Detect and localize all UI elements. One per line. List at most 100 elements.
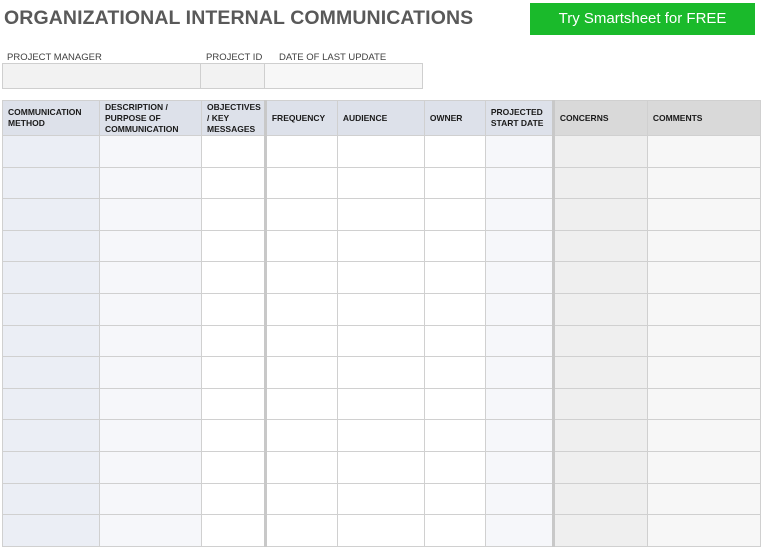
description-cell[interactable] <box>99 356 202 389</box>
description-cell[interactable] <box>99 324 202 358</box>
project-manager-field[interactable] <box>2 63 201 89</box>
projected-start-date-cell[interactable] <box>484 261 554 294</box>
objectives-cell[interactable] <box>201 166 266 200</box>
owner-cell[interactable] <box>423 261 486 294</box>
objectives-cell[interactable] <box>201 356 266 389</box>
comments-cell[interactable] <box>646 261 761 294</box>
communication-method-cell[interactable] <box>2 324 100 358</box>
objectives-cell[interactable] <box>201 482 266 516</box>
projected-start-date-cell[interactable] <box>484 387 554 421</box>
comments-cell[interactable] <box>646 324 761 358</box>
projected-start-date-cell[interactable] <box>484 324 554 358</box>
objectives-cell[interactable] <box>201 292 266 326</box>
concerns-cell[interactable] <box>551 356 648 389</box>
communication-method-cell[interactable] <box>2 419 100 452</box>
concerns-cell[interactable] <box>551 261 648 294</box>
owner-cell[interactable] <box>423 356 486 389</box>
communication-method-cell[interactable] <box>2 135 100 168</box>
frequency-cell[interactable] <box>263 419 338 452</box>
projected-start-date-cell[interactable] <box>484 166 554 200</box>
description-cell[interactable] <box>99 198 202 231</box>
audience-cell[interactable] <box>336 166 425 200</box>
projected-start-date-cell[interactable] <box>484 198 554 231</box>
description-cell[interactable] <box>99 419 202 452</box>
communication-method-cell[interactable] <box>2 514 100 547</box>
communication-method-cell[interactable] <box>2 387 100 421</box>
owner-cell[interactable] <box>423 198 486 231</box>
owner-cell[interactable] <box>423 450 486 484</box>
description-cell[interactable] <box>99 135 202 168</box>
frequency-cell[interactable] <box>263 450 338 484</box>
owner-cell[interactable] <box>423 135 486 168</box>
objectives-cell[interactable] <box>201 261 266 294</box>
objectives-cell[interactable] <box>201 135 266 168</box>
comments-cell[interactable] <box>646 450 761 484</box>
objectives-cell[interactable] <box>201 324 266 358</box>
comments-cell[interactable] <box>646 229 761 263</box>
frequency-cell[interactable] <box>263 198 338 231</box>
comments-cell[interactable] <box>646 198 761 231</box>
frequency-cell[interactable] <box>263 292 338 326</box>
owner-cell[interactable] <box>423 387 486 421</box>
description-cell[interactable] <box>99 482 202 516</box>
objectives-cell[interactable] <box>201 229 266 263</box>
frequency-cell[interactable] <box>263 229 338 263</box>
concerns-cell[interactable] <box>551 135 648 168</box>
objectives-cell[interactable] <box>201 419 266 452</box>
comments-cell[interactable] <box>646 356 761 389</box>
communication-method-cell[interactable] <box>2 482 100 516</box>
owner-cell[interactable] <box>423 324 486 358</box>
comments-cell[interactable] <box>646 135 761 168</box>
projected-start-date-cell[interactable] <box>484 135 554 168</box>
concerns-cell[interactable] <box>551 292 648 326</box>
description-cell[interactable] <box>99 166 202 200</box>
audience-cell[interactable] <box>336 198 425 231</box>
owner-cell[interactable] <box>423 166 486 200</box>
concerns-cell[interactable] <box>551 229 648 263</box>
description-cell[interactable] <box>99 387 202 421</box>
communication-method-cell[interactable] <box>2 229 100 263</box>
communication-method-cell[interactable] <box>2 198 100 231</box>
concerns-cell[interactable] <box>551 514 648 547</box>
owner-cell[interactable] <box>423 229 486 263</box>
audience-cell[interactable] <box>336 324 425 358</box>
comments-cell[interactable] <box>646 482 761 516</box>
concerns-cell[interactable] <box>551 387 648 421</box>
comments-cell[interactable] <box>646 387 761 421</box>
frequency-cell[interactable] <box>263 387 338 421</box>
description-cell[interactable] <box>99 514 202 547</box>
projected-start-date-cell[interactable] <box>484 419 554 452</box>
concerns-cell[interactable] <box>551 324 648 358</box>
owner-cell[interactable] <box>423 419 486 452</box>
comments-cell[interactable] <box>646 419 761 452</box>
communication-method-cell[interactable] <box>2 450 100 484</box>
communication-method-cell[interactable] <box>2 356 100 389</box>
concerns-cell[interactable] <box>551 450 648 484</box>
owner-cell[interactable] <box>423 482 486 516</box>
audience-cell[interactable] <box>336 514 425 547</box>
owner-cell[interactable] <box>423 514 486 547</box>
owner-cell[interactable] <box>423 292 486 326</box>
try-smartsheet-button[interactable]: Try Smartsheet for FREE <box>530 3 755 35</box>
audience-cell[interactable] <box>336 135 425 168</box>
objectives-cell[interactable] <box>201 198 266 231</box>
frequency-cell[interactable] <box>263 261 338 294</box>
communication-method-cell[interactable] <box>2 292 100 326</box>
concerns-cell[interactable] <box>551 419 648 452</box>
projected-start-date-cell[interactable] <box>484 450 554 484</box>
project-id-field[interactable] <box>200 63 265 89</box>
communication-method-cell[interactable] <box>2 261 100 294</box>
concerns-cell[interactable] <box>551 166 648 200</box>
objectives-cell[interactable] <box>201 450 266 484</box>
comments-cell[interactable] <box>646 166 761 200</box>
projected-start-date-cell[interactable] <box>484 356 554 389</box>
communication-method-cell[interactable] <box>2 166 100 200</box>
audience-cell[interactable] <box>336 419 425 452</box>
audience-cell[interactable] <box>336 482 425 516</box>
frequency-cell[interactable] <box>263 324 338 358</box>
description-cell[interactable] <box>99 292 202 326</box>
audience-cell[interactable] <box>336 261 425 294</box>
audience-cell[interactable] <box>336 229 425 263</box>
frequency-cell[interactable] <box>263 514 338 547</box>
audience-cell[interactable] <box>336 292 425 326</box>
